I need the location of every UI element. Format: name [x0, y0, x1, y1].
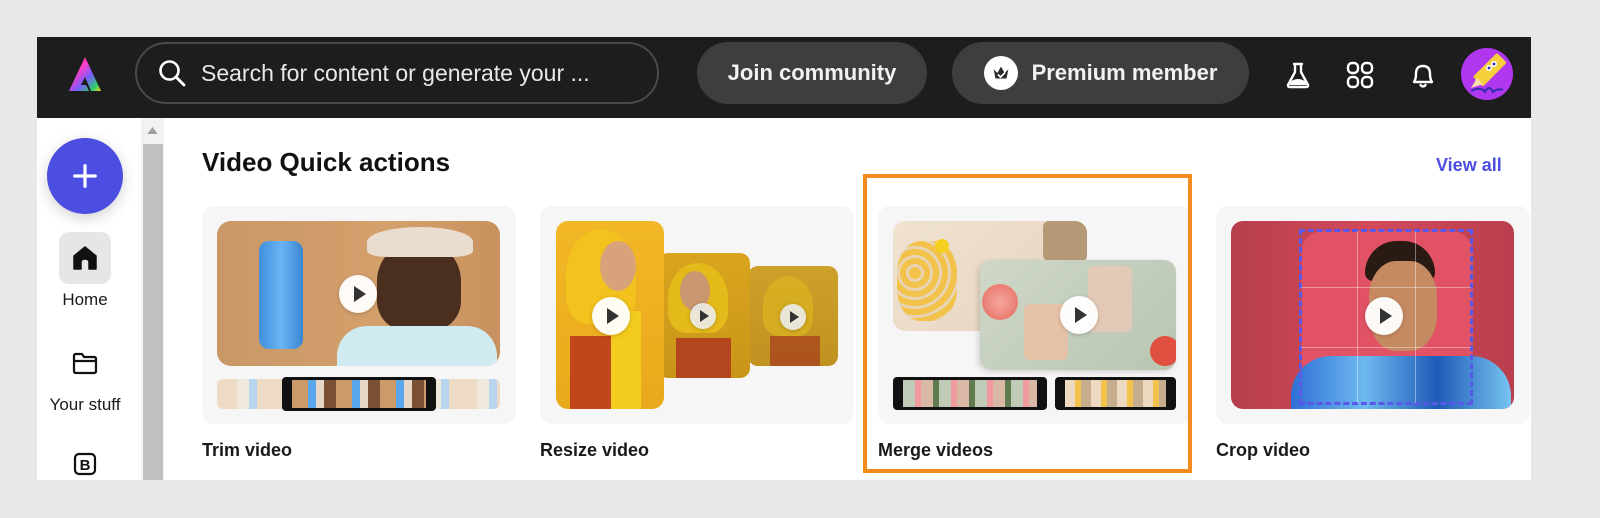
user-avatar[interactable] [1461, 48, 1513, 100]
card-title: Merge videos [878, 440, 994, 460]
labs-flask-icon[interactable] [1280, 57, 1316, 93]
top-header: Join community Premium member [37, 37, 1531, 118]
card-title: Resize video [540, 440, 650, 460]
quick-action-card-crop-video[interactable]: Crop video [1216, 206, 1530, 461]
rail-item-brand[interactable]: B [37, 438, 133, 480]
play-icon [339, 275, 377, 313]
play-icon [1060, 296, 1098, 334]
premium-member-label: Premium member [1031, 60, 1218, 85]
rail-item-home[interactable]: Home [37, 232, 133, 310]
crown-badge-icon [983, 56, 1018, 90]
apps-grid-icon[interactable] [1342, 57, 1378, 93]
brand-b-icon: B [59, 438, 111, 480]
crop-video-thumbnail [1216, 206, 1530, 424]
section-title: Video Quick actions [202, 147, 451, 177]
rail-item-label: Home [62, 290, 108, 309]
card-title: Trim video [202, 440, 293, 460]
quick-action-card-merge-videos[interactable]: Merge videos [878, 206, 1192, 461]
view-all-link[interactable]: View all [1436, 155, 1502, 176]
create-new-button[interactable] [47, 138, 123, 214]
premium-member-button[interactable]: Premium member [952, 42, 1249, 104]
search-icon [159, 60, 186, 87]
card-title: Crop video [1216, 440, 1311, 460]
rail-item-your-stuff[interactable]: Your stuff [37, 337, 133, 415]
quick-action-card-resize-video[interactable]: Resize video [540, 206, 854, 461]
rail-item-label: Your stuff [49, 395, 121, 414]
quick-action-card-trim-video[interactable]: Trim video [202, 206, 516, 461]
play-icon [1365, 297, 1403, 335]
search-bar[interactable] [135, 42, 659, 104]
plus-icon [73, 164, 97, 188]
trim-video-thumbnail [202, 206, 516, 424]
merge-clip-2 [1055, 377, 1176, 410]
play-icon [780, 304, 806, 330]
folder-icon [59, 337, 111, 389]
play-icon [690, 303, 716, 329]
home-icon [59, 232, 111, 284]
resize-video-thumbnail [540, 206, 854, 424]
left-rail: Home Your stuff B [37, 118, 141, 480]
scrollbar-thumb[interactable] [143, 144, 163, 480]
join-community-button[interactable]: Join community [697, 42, 927, 104]
app-window: Join community Premium member [37, 37, 1531, 480]
trim-handle [282, 377, 436, 411]
merge-videos-thumbnail [878, 206, 1192, 424]
scroll-up-arrow-icon[interactable] [141, 122, 164, 138]
merge-clip-1 [893, 377, 1047, 410]
join-community-label: Join community [727, 60, 897, 85]
sidebar-scrollbar[interactable] [141, 118, 164, 480]
svg-text:B: B [80, 457, 91, 474]
play-icon [592, 297, 630, 335]
search-input[interactable] [201, 59, 641, 87]
adobe-express-logo[interactable] [65, 55, 105, 95]
bell-icon[interactable] [1405, 57, 1441, 93]
